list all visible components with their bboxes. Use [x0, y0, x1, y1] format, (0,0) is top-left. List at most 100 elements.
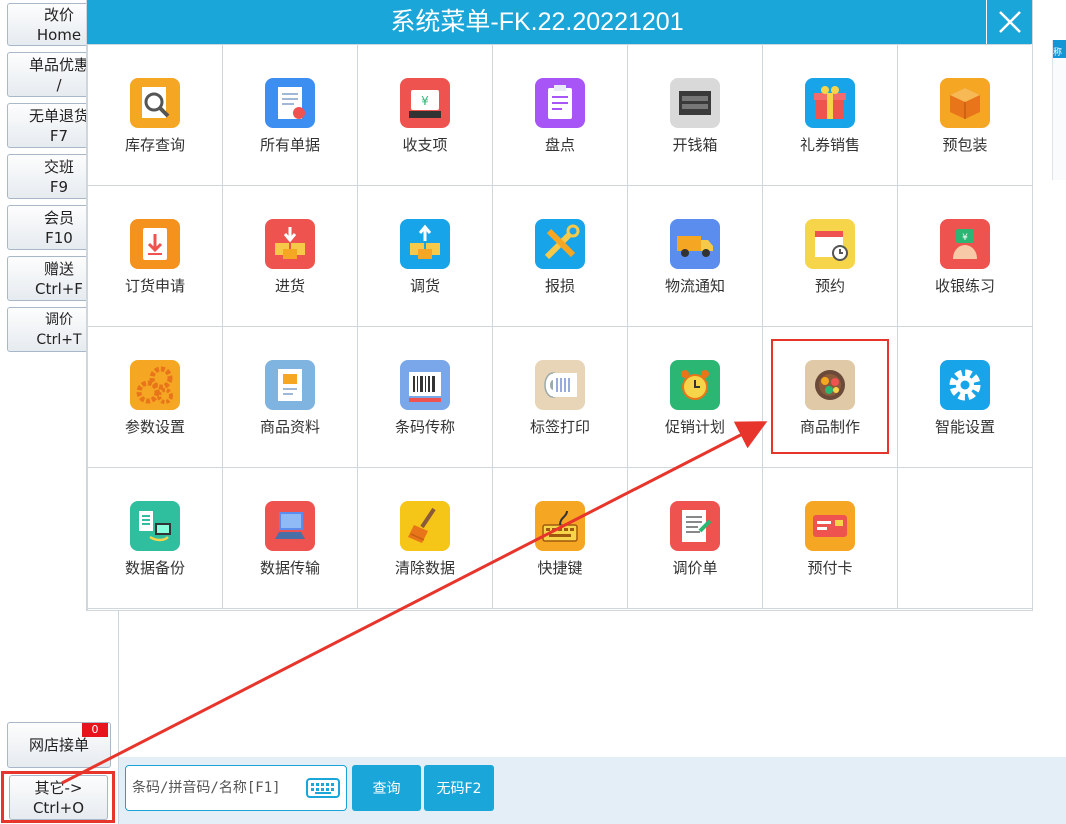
menu-item-inventory-query[interactable]: 库存查询: [88, 45, 223, 186]
box-icon: [940, 78, 990, 128]
menu-item-open-cash-drawer[interactable]: 开钱箱: [628, 45, 763, 186]
menu-item-label: 调货: [409, 277, 440, 295]
button-label: 交班: [43, 157, 74, 176]
menu-item-label: 收银练习: [934, 277, 995, 295]
menu-item-coupon-sales[interactable]: 礼券销售: [763, 45, 898, 186]
search-input[interactable]: [130, 776, 304, 800]
menu-item-label: 进货: [274, 277, 305, 295]
menu-item-label: 数据备份: [124, 559, 185, 577]
clipboard-checklist-icon: [535, 78, 585, 128]
background-side-tab: 称: [1052, 40, 1066, 180]
button-label: 单品优惠: [28, 55, 89, 74]
menu-item-cashier-practice[interactable]: ¥ 收银练习: [898, 186, 1033, 327]
prepaid-card-icon: [805, 501, 855, 551]
button-shortcut: Ctrl+T: [36, 331, 82, 348]
online-order-button[interactable]: 网店接单 0: [7, 722, 111, 768]
menu-item-stocktaking[interactable]: 盘点: [493, 45, 628, 186]
button-label: 调价: [45, 311, 73, 328]
close-button[interactable]: [986, 0, 1032, 44]
product-info-icon: [265, 360, 315, 410]
order-request-icon: [130, 219, 180, 269]
side-tab-marker: 称: [1053, 40, 1066, 58]
button-shortcut: F9: [49, 177, 69, 196]
gift-icon: [805, 78, 855, 128]
menu-item-promotion-plan[interactable]: 促销计划: [628, 327, 763, 468]
menu-item-product-data[interactable]: 商品资料: [223, 327, 358, 468]
menu-item-damage-report[interactable]: 报损: [493, 186, 628, 327]
menu-item-smart-settings[interactable]: 智能设置: [898, 327, 1033, 468]
no-barcode-button[interactable]: 无码F2: [424, 765, 494, 811]
data-backup-icon: [130, 501, 180, 551]
menu-item-label: 条码传称: [394, 418, 455, 436]
inventory-search-icon: [130, 78, 180, 128]
menu-item-label: 商品资料: [259, 418, 320, 436]
menu-item-transfer[interactable]: 调货: [358, 186, 493, 327]
menu-item-label: 调价单: [672, 559, 718, 577]
online-order-count-badge: 0: [82, 723, 108, 737]
bottom-toolbar: 查询 无码F2: [119, 757, 1066, 824]
menu-item-label: 所有单据: [259, 136, 320, 154]
purchase-icon: [265, 219, 315, 269]
alarm-clock-icon: [670, 360, 720, 410]
data-transfer-icon: [265, 501, 315, 551]
menu-item-prepackaging[interactable]: 预包装: [898, 45, 1033, 186]
menu-item-barcode-scale[interactable]: 条码传称: [358, 327, 493, 468]
menu-item-purchase[interactable]: 进货: [223, 186, 358, 327]
truck-icon: [670, 219, 720, 269]
button-shortcut: Ctrl+O: [32, 798, 85, 817]
menu-item-clear-data[interactable]: 清除数据: [358, 468, 493, 609]
documents-icon: [265, 78, 315, 128]
cash-practice-icon: ¥: [940, 219, 990, 269]
menu-item-reservation[interactable]: 预约: [763, 186, 898, 327]
query-button[interactable]: 查询: [352, 765, 421, 811]
button-label: 改价: [43, 5, 74, 24]
keyboard-icon[interactable]: [306, 778, 340, 798]
search-box: [125, 765, 347, 811]
menu-item-all-documents[interactable]: 所有单据: [223, 45, 358, 186]
button-shortcut: F10: [45, 228, 73, 247]
other-menu-button[interactable]: 其它-> Ctrl+O: [9, 775, 108, 820]
menu-item-income-expense[interactable]: ¥ 收支项: [358, 45, 493, 186]
cash-register-icon: ¥: [400, 78, 450, 128]
price-sheet-icon: [670, 501, 720, 551]
system-menu-dialog: 系统菜单-FK.22.20221201 库存查询 所有单据 ¥ 收支项 盘点 开…: [87, 0, 1033, 610]
menu-item-shortcut-keys[interactable]: 快捷键: [493, 468, 628, 609]
button-shortcut: F7: [49, 126, 69, 145]
menu-item-parameter-settings[interactable]: 参数设置: [88, 327, 223, 468]
broom-icon: [400, 501, 450, 551]
svg-text:¥: ¥: [962, 233, 968, 243]
menu-item-label: 清除数据: [394, 559, 455, 577]
svg-text:¥: ¥: [421, 94, 429, 108]
menu-item-label-print[interactable]: 标签打印: [493, 327, 628, 468]
menu-item-price-adjust-sheet[interactable]: 调价单: [628, 468, 763, 609]
button-label: 无单退货: [28, 106, 89, 125]
transfer-icon: [400, 219, 450, 269]
button-shortcut: /: [56, 75, 62, 94]
button-shortcut: Home: [36, 25, 82, 44]
button-label: 赠送: [43, 259, 74, 278]
button-label: 网店接单: [28, 736, 89, 754]
dialog-title: 系统菜单-FK.22.20221201: [390, 8, 684, 36]
cash-drawer-icon: [670, 78, 720, 128]
menu-item-label: 礼券销售: [799, 136, 860, 154]
tools-icon: [535, 219, 585, 269]
menu-item-label: 预包装: [942, 136, 988, 154]
menu-item-prepaid-card[interactable]: 预付卡: [763, 468, 898, 609]
menu-item-data-transfer[interactable]: 数据传输: [223, 468, 358, 609]
label-roll-icon: [535, 360, 585, 410]
menu-item-logistics-notice[interactable]: 物流通知: [628, 186, 763, 327]
menu-item-label: 智能设置: [934, 418, 995, 436]
menu-item-label: 预付卡: [807, 559, 853, 577]
side-tab-label: 称: [1053, 48, 1063, 58]
menu-item-order-request[interactable]: 订货申请: [88, 186, 223, 327]
menu-item-label: 数据传输: [259, 559, 320, 577]
menu-item-label: 库存查询: [124, 136, 185, 154]
settings-gear-icon: [940, 360, 990, 410]
menu-item-label: 盘点: [544, 136, 575, 154]
menu-item-label: 收支项: [402, 136, 448, 154]
menu-item-data-backup[interactable]: 数据备份: [88, 468, 223, 609]
product-making-highlight: [771, 339, 889, 454]
menu-grid: 库存查询 所有单据 ¥ 收支项 盘点 开钱箱 礼券销售 预包装 订货申请 进货 …: [87, 44, 1033, 610]
menu-item-label: 标签打印: [529, 418, 590, 436]
menu-item-label: 报损: [544, 277, 575, 295]
